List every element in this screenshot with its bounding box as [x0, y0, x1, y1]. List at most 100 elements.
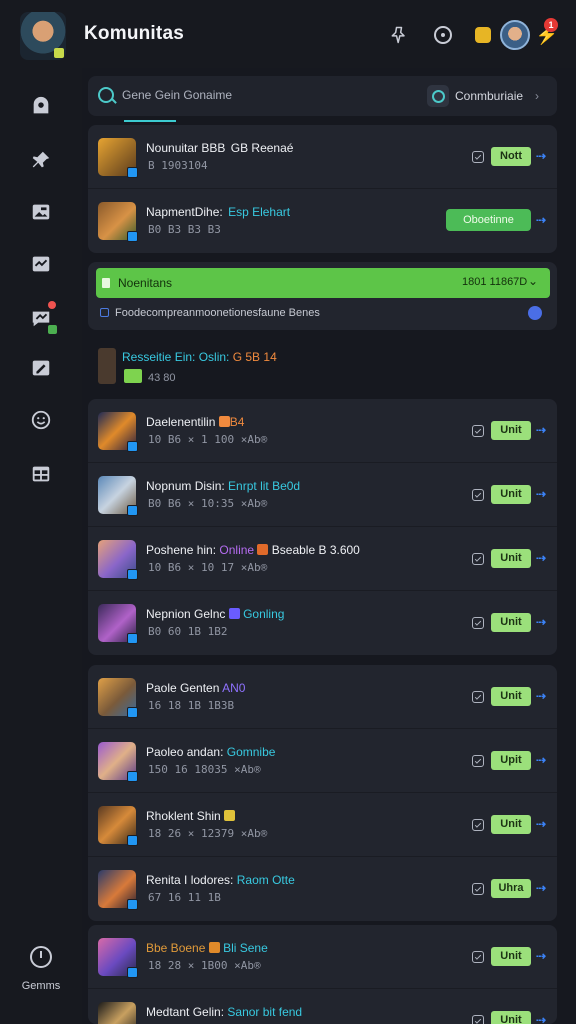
action-button[interactable]: Nott — [491, 147, 531, 166]
status-chip — [124, 369, 142, 383]
item-subtitle: 18 26 × 12379 ×Ab® — [148, 827, 268, 840]
action-button[interactable]: Unit — [491, 687, 531, 706]
list-item[interactable]: Nopnum Disin: Enrpt lit Be0d B0 B6 × 10:… — [88, 463, 557, 527]
arrow-right-icon[interactable]: ⇢ — [536, 753, 546, 767]
promo-banner[interactable]: Noenitans 1801 11867D ⌄ — [96, 268, 550, 298]
banner-value: 1801 11867D — [462, 276, 528, 288]
arrow-right-icon[interactable]: ⇢ — [536, 149, 546, 163]
active-tab-indicator — [124, 120, 176, 122]
arrow-right-icon[interactable]: ⇢ — [536, 1013, 546, 1024]
game-thumbnail — [98, 540, 138, 580]
item-title: Paole Genten AN0 — [146, 681, 246, 695]
action-button[interactable]: Unit — [491, 485, 531, 504]
action-button[interactable]: Unit — [491, 947, 531, 966]
list-item[interactable]: Paoleo andan: Gomnibe 150 16 18035 ×Ab® … — [88, 729, 557, 793]
image-icon[interactable] — [27, 198, 55, 226]
chat-icon[interactable] — [27, 301, 57, 334]
item-subtitle: 10 B6 × 10 17 ×Ab® — [148, 561, 268, 574]
search-input[interactable]: Gene Gein Gonaime — [122, 88, 232, 102]
action-button[interactable]: Upit — [491, 751, 531, 770]
item-title: Daelenentilin B4 — [146, 415, 245, 429]
search-bar[interactable]: Gene Gein Gonaime Conmburiaie › — [88, 76, 557, 116]
action-button[interactable]: Unit — [491, 549, 531, 568]
banner-card: Noenitans 1801 11867D ⌄ Foodecompreanmoo… — [88, 262, 557, 330]
check-icon[interactable] — [472, 819, 484, 831]
arrow-right-icon[interactable]: ⇢ — [536, 689, 546, 703]
check-icon[interactable] — [472, 1015, 484, 1024]
sidebar-bottom-label: Gemms — [21, 980, 61, 992]
list-item[interactable]: NapmentDihe: Esp Elehart B0 B3 B3 B3 Obo… — [88, 189, 557, 253]
arrow-right-icon[interactable]: ⇢ — [536, 551, 546, 565]
chart-icon[interactable] — [27, 250, 55, 278]
item-title: NapmentDihe: Esp Elehart — [146, 205, 291, 219]
settings-circle-icon[interactable] — [432, 24, 454, 46]
list-item[interactable]: Bbe Boene Bli Sene 18 28 × 1B00 ×Ab® Uni… — [88, 925, 557, 989]
grid-icon[interactable] — [27, 460, 55, 488]
item-title: Nounuitar BBB GB Reenaé — [146, 141, 294, 155]
action-button[interactable]: Oboetinne — [446, 209, 531, 231]
sidebar-bottom-item[interactable]: Gemms — [0, 946, 82, 992]
list-item[interactable]: Nounuitar BBB GB Reenaé B 1903104 Nott ⇢ — [88, 125, 557, 189]
smile-icon[interactable] — [27, 406, 55, 434]
list-item[interactable]: Poshene hin: Online Bseable B 3.600 10 B… — [88, 527, 557, 591]
game-thumbnail — [98, 870, 138, 910]
item-title: Resseitie Ein: Oslin: G 5B 14 — [122, 350, 277, 364]
list-item[interactable]: Resseitie Ein: Oslin: G 5B 14 43 80 — [98, 346, 398, 386]
check-icon[interactable] — [472, 425, 484, 437]
action-button[interactable]: Unit — [491, 613, 531, 632]
chat-alert-dot — [48, 301, 56, 309]
pin-icon[interactable] — [388, 24, 410, 46]
document-icon — [102, 278, 110, 288]
category-filter[interactable]: Conmburiaie › — [427, 83, 539, 109]
action-button[interactable]: Unit — [491, 1011, 531, 1024]
check-icon[interactable] — [472, 951, 484, 963]
action-button[interactable]: Unit — [491, 421, 531, 440]
list-item[interactable]: Rhoklent Shin 18 26 × 12379 ×Ab® Unit ⇢ — [88, 793, 557, 857]
game-thumbnail — [98, 938, 138, 978]
action-button[interactable]: Unit — [491, 815, 531, 834]
item-subtitle: B 1903104 — [148, 159, 208, 172]
arrow-right-icon[interactable]: ⇢ — [536, 615, 546, 629]
list-item[interactable]: Renita I lodores: Raom Otte 67 16 11 1B … — [88, 857, 557, 921]
notification-badge: 1 — [544, 18, 558, 32]
app-logo[interactable] — [20, 12, 66, 60]
game-list-card: Daelenentilin B4 10 B6 × 1 100 ×Ab® Unit… — [88, 399, 557, 655]
filter-icon — [427, 85, 449, 107]
heart-icon[interactable] — [528, 306, 542, 320]
game-list-card: Bbe Boene Bli Sene 18 28 × 1B00 ×Ab® Uni… — [88, 925, 557, 1024]
game-thumbnail — [98, 1002, 136, 1024]
action-button[interactable]: Uhra — [491, 879, 531, 898]
user-avatar[interactable] — [500, 20, 530, 50]
sidebar: Gemms — [0, 68, 82, 1024]
edit-icon[interactable] — [27, 354, 55, 382]
chevron-down-icon[interactable]: ⌄ — [528, 274, 538, 288]
check-icon[interactable] — [472, 883, 484, 895]
arrow-right-icon[interactable]: ⇢ — [536, 423, 546, 437]
list-item[interactable]: Medtant Gelin: Sanor bit fend Unit ⇢ — [88, 989, 557, 1024]
filter-label: Conmburiaie — [455, 89, 524, 103]
item-subtitle: 67 16 11 1B — [148, 891, 221, 904]
arrow-right-icon[interactable]: ⇢ — [536, 949, 546, 963]
check-icon[interactable] — [472, 489, 484, 501]
item-title: Paoleo andan: Gomnibe — [146, 745, 276, 759]
home-icon[interactable] — [27, 92, 55, 120]
pin-icon[interactable] — [27, 146, 55, 174]
check-icon[interactable] — [472, 151, 484, 163]
list-item[interactable]: Daelenentilin B4 10 B6 × 1 100 ×Ab® Unit… — [88, 399, 557, 463]
item-subtitle: 16 18 1B 1B3B — [148, 699, 235, 712]
check-icon[interactable] — [472, 617, 484, 629]
list-item[interactable]: Paole Genten AN0 16 18 1B 1B3B Unit ⇢ — [88, 665, 557, 729]
arrow-right-icon[interactable]: ⇢ — [536, 213, 546, 227]
coin-icon[interactable] — [472, 24, 494, 46]
game-thumbnail — [98, 678, 138, 718]
check-icon[interactable] — [472, 691, 484, 703]
arrow-right-icon[interactable]: ⇢ — [536, 487, 546, 501]
arrow-right-icon[interactable]: ⇢ — [536, 881, 546, 895]
arrow-right-icon[interactable]: ⇢ — [536, 817, 546, 831]
list-item[interactable]: Nepnion Gelnc Gonling B0 60 1B 1B2 Unit … — [88, 591, 557, 655]
item-subtitle: B0 60 1B 1B2 — [148, 625, 228, 638]
game-thumbnail — [98, 476, 138, 516]
game-thumbnail — [98, 806, 138, 846]
check-icon[interactable] — [472, 755, 484, 767]
check-icon[interactable] — [472, 553, 484, 565]
